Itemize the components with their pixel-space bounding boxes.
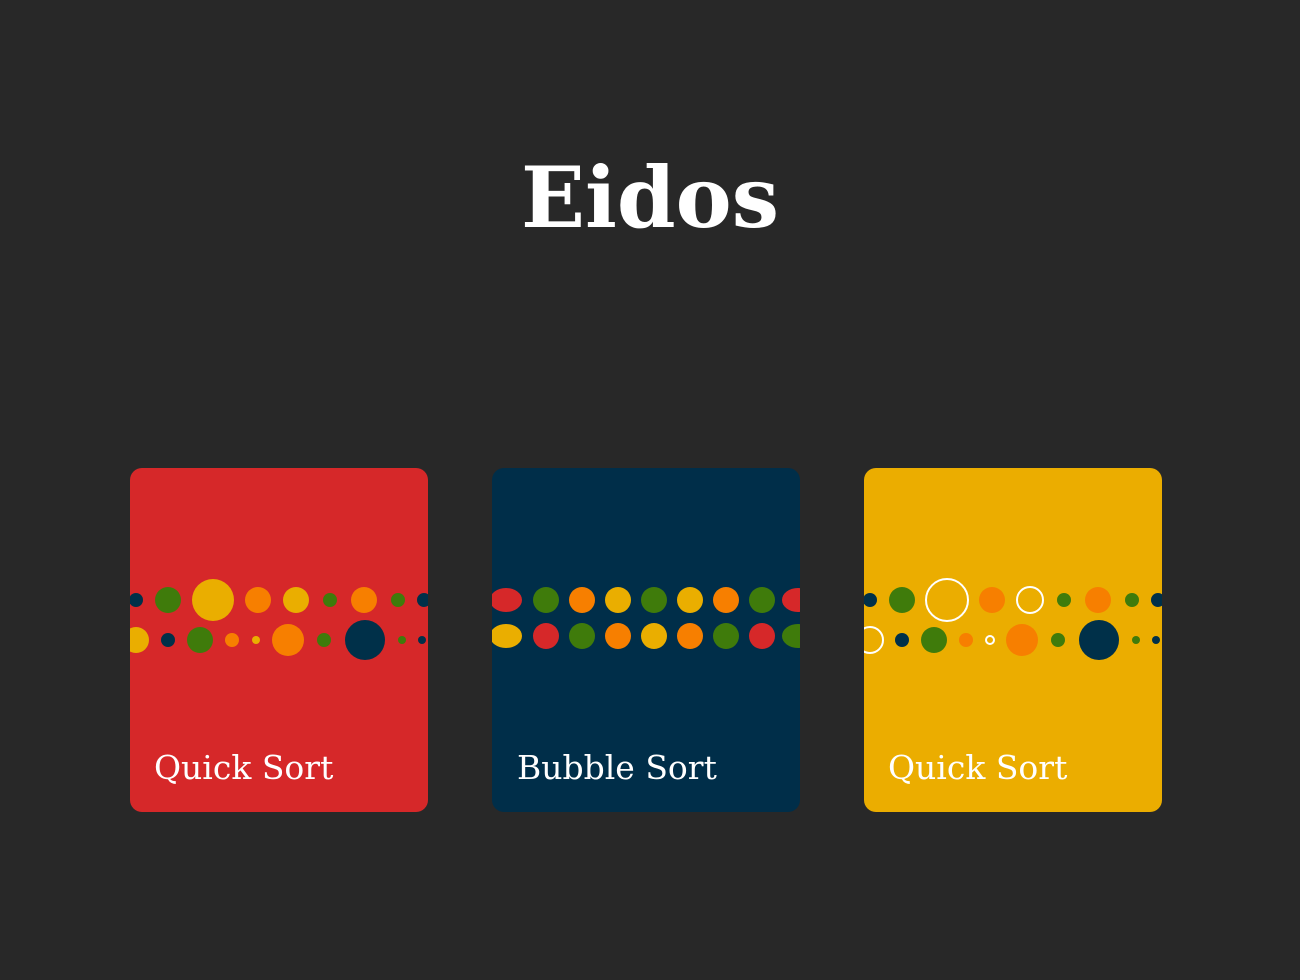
sort-element-dot [605,587,631,613]
sort-element-dot [677,623,703,649]
card-label: Quick Sort [888,748,1068,787]
sort-element-dot [351,587,377,613]
sort-element-dot [345,620,385,660]
sort-element-dot [1057,593,1071,607]
sort-element-dot [1151,593,1162,607]
sort-element-dot [713,623,739,649]
sort-element-dot [569,587,595,613]
sort-element-dot [921,627,947,653]
sort-element-dot [533,587,559,613]
sort-element-dot [130,593,143,607]
sort-element-dot [1006,624,1038,656]
sort-element-dot [677,587,703,613]
app-title: Eidos [521,148,779,247]
sort-element-dot [1132,636,1140,644]
sort-element-dot [895,633,909,647]
sort-element-dot [749,587,775,613]
sort-element-dot [155,587,181,613]
sort-element-dot [1079,620,1119,660]
sort-element-dot [225,633,239,647]
card-bubble-sort[interactable]: Bubble Sort [492,468,800,812]
sort-element-dot [391,593,405,607]
sort-element-dot [782,588,800,612]
sort-element-dot [533,623,559,649]
sort-element-dot [130,627,149,653]
sort-element-dot [245,587,271,613]
card-label: Bubble Sort [517,748,717,787]
sort-element-dot [1125,593,1139,607]
sort-element-dot [317,633,331,647]
sort-element-dot [492,624,522,648]
sort-element-dot [889,587,915,613]
sort-element-dot [1085,587,1111,613]
card-quick-sort[interactable]: Quick Sort [130,468,428,812]
sort-element-dot [925,578,969,622]
sort-element-dot [864,626,884,654]
sort-element-dot [161,633,175,647]
sort-element-dot [1016,586,1044,614]
sort-element-dot [959,633,973,647]
sort-element-dot [569,623,595,649]
sort-element-dot [985,635,995,645]
sort-element-dot [1152,636,1160,644]
sort-element-dot [187,627,213,653]
sort-element-dot [272,624,304,656]
sort-element-dot [864,593,877,607]
sort-element-dot [749,623,775,649]
card-label: Quick Sort [154,748,334,787]
sort-element-dot [641,623,667,649]
sort-element-dot [192,579,234,621]
sort-element-dot [417,593,428,607]
sort-element-dot [641,587,667,613]
sort-element-dot [782,624,800,648]
sort-element-dot [398,636,406,644]
sort-element-dot [252,636,260,644]
card-quick-sort[interactable]: Quick Sort [864,468,1162,812]
sort-element-dot [492,588,522,612]
sort-element-dot [713,587,739,613]
sort-element-dot [605,623,631,649]
sort-element-dot [979,587,1005,613]
sort-element-dot [283,587,309,613]
sort-element-dot [323,593,337,607]
sort-element-dot [418,636,426,644]
sort-element-dot [1051,633,1065,647]
